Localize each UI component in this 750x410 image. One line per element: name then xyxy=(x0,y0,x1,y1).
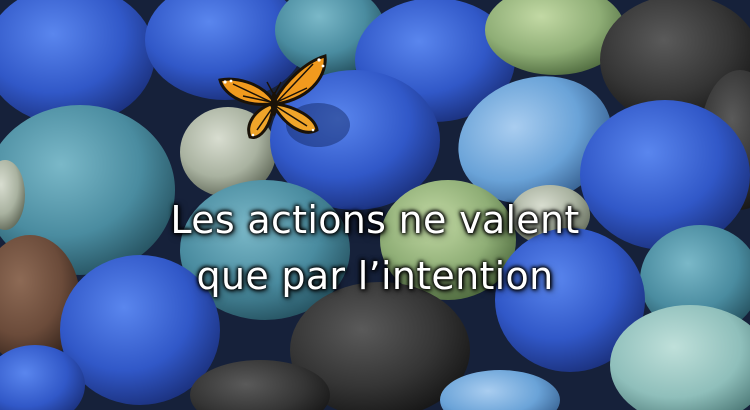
pebble-photo: Les actions ne valent que par l’intentio… xyxy=(0,0,750,410)
monarch-butterfly-icon xyxy=(218,54,327,139)
quote-line-2: que par l’intention xyxy=(196,254,554,298)
quote-line-1: Les actions ne valent xyxy=(170,198,580,242)
quote-caption: Les actions ne valent que par l’intentio… xyxy=(0,192,750,304)
